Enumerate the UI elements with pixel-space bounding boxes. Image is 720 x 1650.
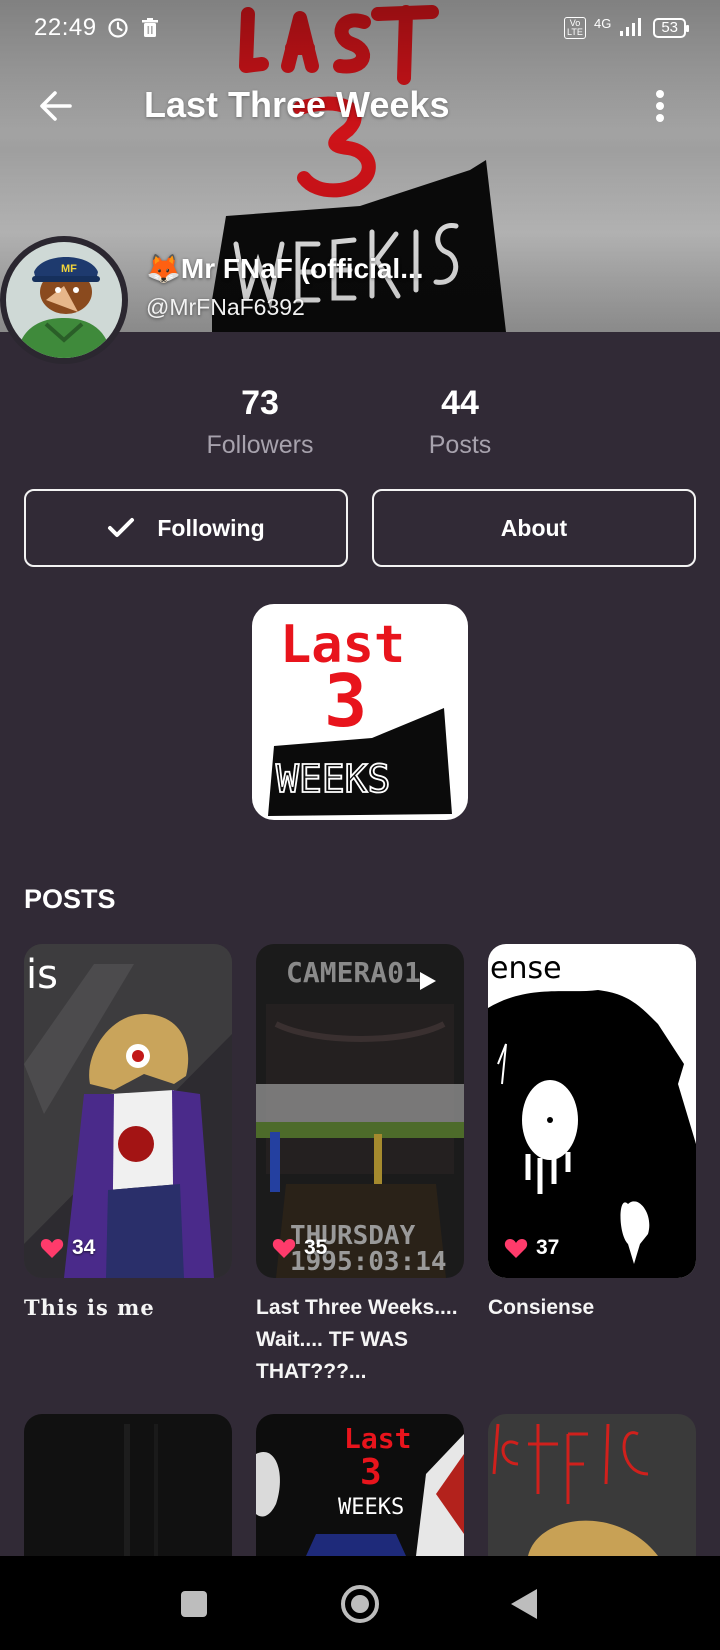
app-bar: Last Three Weeks [0,66,720,146]
followers-count: 73 [241,384,279,422]
post-card[interactable] [488,1414,696,1556]
check-icon [108,518,135,537]
post-card[interactable]: is 34 [24,944,232,1278]
like-count[interactable]: 37 [504,1236,559,1260]
post-thumbnail [24,1414,232,1556]
heart-icon [504,1239,528,1258]
posts-section-title: POSTS [24,884,116,914]
post-art-text: CAMERA01 [286,956,421,989]
post-caption[interactable]: Last Three Weeks.... Wait.... TF WAS THA… [256,1292,466,1388]
post-caption[interactable]: This is me [24,1292,234,1324]
post-art-text: Last [344,1422,411,1455]
logo-text-weeks: WEEKS [276,757,390,801]
recent-apps-button[interactable] [170,1580,218,1628]
play-icon [420,972,436,990]
following-button[interactable]: Following [24,489,348,567]
community-logo: Last 3 WEEKS [252,604,468,820]
status-bar: 22:49 Vo LTE 4G 53 [0,0,720,56]
triangle-back-icon [511,1589,537,1619]
home-button[interactable] [336,1580,384,1628]
post-art-text: is [26,952,58,998]
posts-label: Posts [428,431,492,459]
about-label: About [500,514,568,541]
more-vertical-icon [656,90,664,122]
profile-handle: @MrFNaF6392 [146,294,305,320]
following-label: Following [157,514,265,541]
like-count[interactable]: 35 [272,1236,327,1260]
post-art-text: WEEKS [338,1495,404,1520]
trash-icon [139,17,161,39]
stat-posts[interactable]: 44 Posts [400,384,520,460]
status-time: 22:49 [34,14,97,41]
avatar[interactable]: MF [0,236,128,364]
post-caption[interactable]: Consiense [488,1292,698,1324]
back-nav-button[interactable] [500,1580,548,1628]
volte-icon: Vo LTE [563,17,586,39]
like-number: 37 [536,1236,560,1259]
system-nav-bar [0,1556,720,1650]
signal-icon [619,17,645,40]
alarm-clock-icon [107,17,129,39]
post-card[interactable] [24,1414,232,1556]
post-thumbnail: CAMERA01 THURSDAY 1995:03:14 [256,944,464,1278]
followers-label: Followers [206,431,314,459]
like-number: 34 [72,1236,96,1259]
back-button[interactable] [34,84,78,128]
post-thumbnail: Last 3 WEEKS [256,1414,464,1556]
battery-indicator: 53 [653,18,689,38]
heart-icon [272,1239,296,1258]
avatar-image: MF [6,242,122,358]
post-art-text: ense [490,951,562,986]
post-card[interactable]: ense 37 [488,944,696,1278]
post-card[interactable]: Last 3 WEEKS [256,1414,464,1556]
stat-followers[interactable]: 73 Followers [188,384,332,460]
logo-text-3: 3 [324,659,367,743]
svg-text:MF: MF [61,263,77,275]
post-card[interactable]: CAMERA01 THURSDAY 1995:03:14 35 [256,944,464,1278]
post-thumbnail: ense [488,944,696,1278]
post-thumbnail [488,1414,696,1556]
post-thumbnail: is [24,944,232,1278]
like-number: 35 [304,1236,328,1259]
page-title: Last Three Weeks [144,84,450,125]
square-icon [181,1591,207,1617]
arrow-left-icon [40,91,72,121]
profile-display-name: 🦊Mr FNaF (official... [146,253,424,284]
circle-home-icon [341,1585,379,1623]
network-type: 4G [593,15,612,31]
posts-count: 44 [441,384,479,422]
about-button[interactable]: About [372,489,696,567]
post-art-text: 3 [360,1452,382,1493]
more-options-button[interactable] [648,84,672,128]
like-count[interactable]: 34 [40,1236,95,1260]
heart-icon [40,1239,64,1258]
